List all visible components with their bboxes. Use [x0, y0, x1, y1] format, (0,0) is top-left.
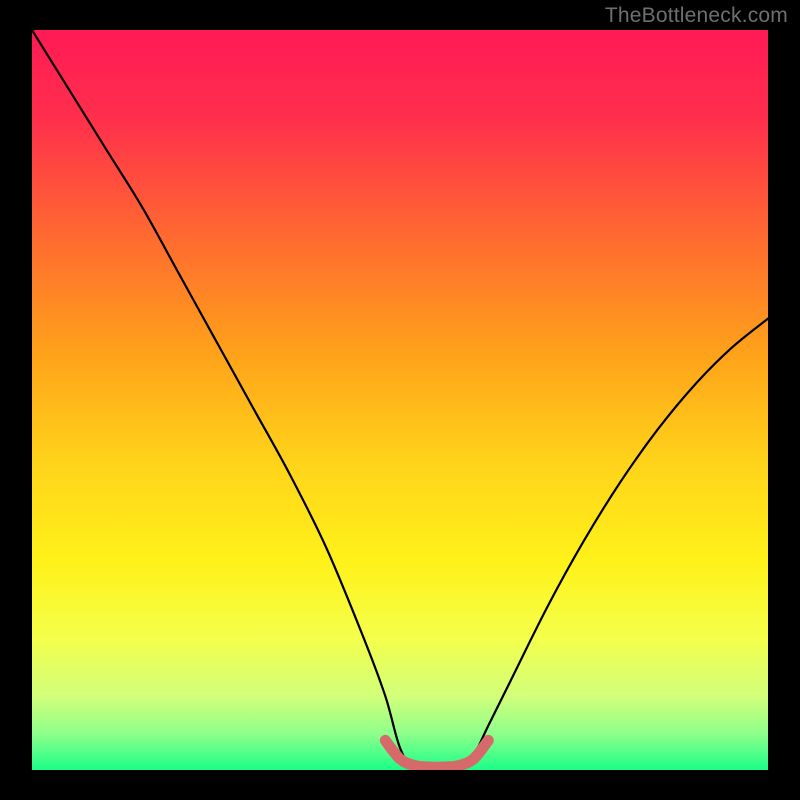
watermark-text: TheBottleneck.com: [605, 4, 788, 28]
optimal-marker: [385, 740, 488, 767]
bottleneck-curve: [32, 30, 768, 770]
plot-area: [32, 30, 768, 770]
curve-layer: [32, 30, 768, 770]
chart-frame: TheBottleneck.com: [0, 0, 800, 800]
